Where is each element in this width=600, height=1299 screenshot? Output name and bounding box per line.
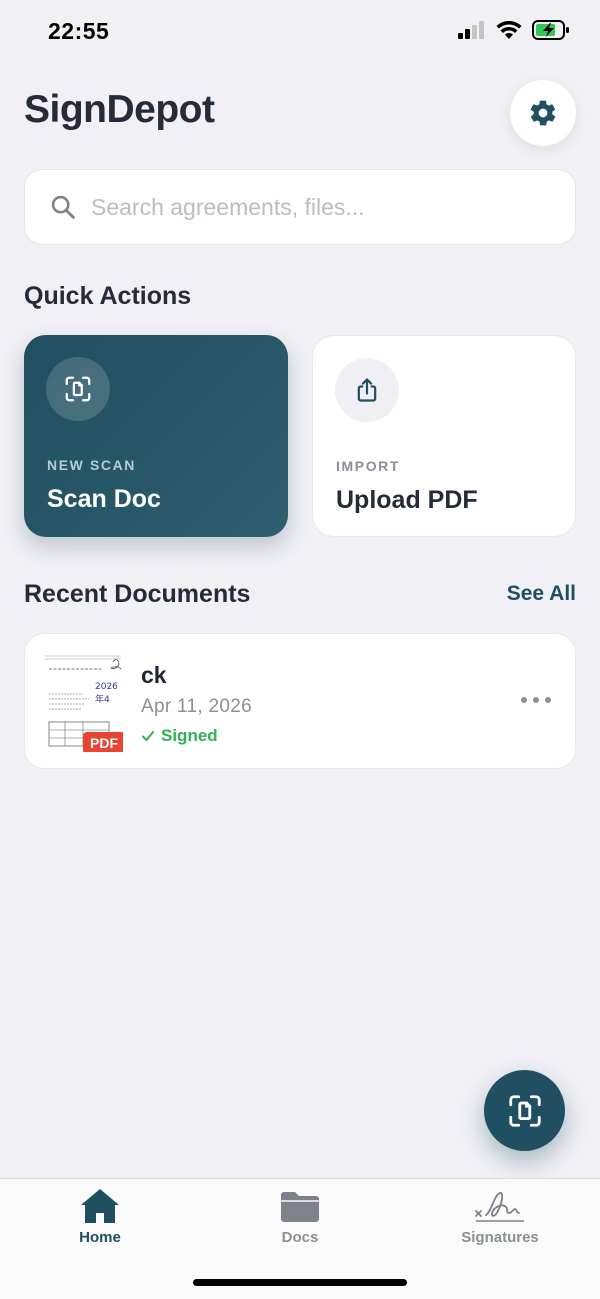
folder-icon [281, 1192, 319, 1222]
thumbnail-date-text: 2026年4 [95, 682, 118, 705]
status-bar: 22:55 [0, 0, 600, 66]
status-time: 22:55 [48, 18, 110, 44]
see-all-link[interactable]: See All [507, 582, 576, 606]
search-icon [51, 195, 75, 219]
scan-document-icon [65, 376, 91, 402]
upload-icon-circle [335, 358, 399, 422]
document-status: Signed [141, 726, 218, 746]
wifi-icon [496, 20, 522, 39]
tab-home[interactable]: Home [0, 1187, 200, 1257]
card-kicker: NEW SCAN [47, 457, 137, 473]
share-upload-icon [357, 378, 377, 402]
ellipsis-dot [521, 697, 527, 703]
tab-signatures[interactable]: Signatures [400, 1187, 600, 1257]
ellipsis-dot [545, 697, 551, 703]
quick-actions-title: Quick Actions [24, 282, 192, 310]
tab-docs[interactable]: Docs [200, 1187, 400, 1257]
settings-button[interactable] [510, 80, 576, 146]
gear-icon [530, 100, 556, 126]
card-title: Upload PDF [336, 486, 478, 514]
battery-charging-icon [532, 20, 569, 40]
status-label: Signed [161, 726, 218, 745]
checkmark-icon [142, 731, 154, 741]
tab-label: Home [79, 1229, 121, 1246]
app-title: SignDepot [24, 88, 215, 131]
ellipsis-dot [533, 697, 539, 703]
status-icons [458, 20, 570, 40]
pdf-badge: PDF [83, 732, 123, 752]
search-input[interactable] [91, 193, 551, 221]
recent-documents-title: Recent Documents [24, 580, 251, 608]
more-options-button[interactable] [521, 690, 551, 710]
tab-label: Docs [281, 1229, 319, 1246]
upload-pdf-card[interactable]: IMPORT Upload PDF [312, 335, 576, 537]
document-row[interactable]: 2026年4 PDF ck Apr 11, 2026 Signed [24, 633, 576, 769]
tab-label: Signatures [461, 1229, 539, 1246]
home-icon [81, 1189, 119, 1223]
document-thumbnail: 2026年4 PDF [43, 652, 123, 752]
scan-document-icon [508, 1094, 541, 1127]
scan-doc-card[interactable]: NEW SCAN Scan Doc [24, 335, 288, 537]
cellular-signal-icon [458, 21, 484, 39]
search-bar[interactable] [24, 169, 576, 245]
home-indicator [193, 1279, 407, 1286]
scan-icon-circle [46, 357, 110, 421]
card-kicker: IMPORT [336, 458, 401, 474]
document-date: Apr 11, 2026 [141, 696, 252, 717]
document-name: ck [141, 662, 167, 688]
scan-fab-button[interactable] [484, 1070, 565, 1151]
signature-icon [475, 1192, 524, 1222]
card-title: Scan Doc [47, 485, 161, 513]
